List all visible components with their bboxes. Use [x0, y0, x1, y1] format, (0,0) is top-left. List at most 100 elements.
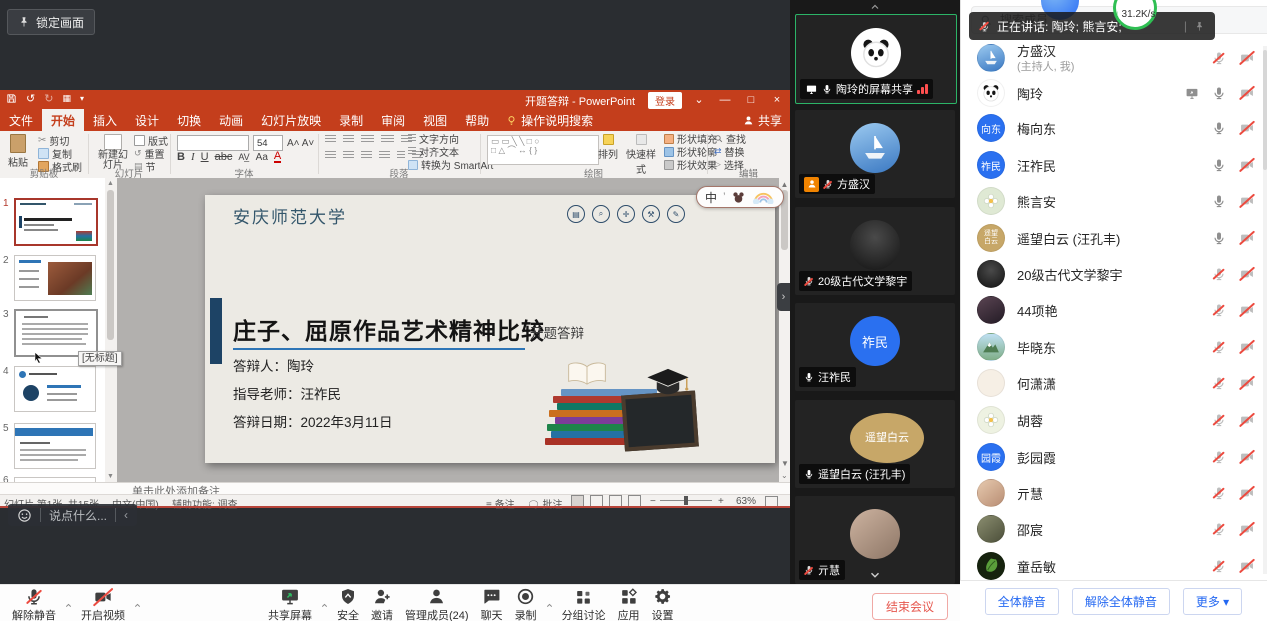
- member-row[interactable]: 20级古代文学黎宇: [961, 256, 1267, 292]
- collapse-left-icon[interactable]: ‹: [124, 508, 128, 522]
- camera-off-icon[interactable]: [1238, 86, 1256, 100]
- mic-muted-icon[interactable]: [1212, 412, 1226, 428]
- copy-button[interactable]: 复制: [38, 148, 82, 159]
- camera-off-icon[interactable]: [1238, 231, 1256, 245]
- strikethrough-button[interactable]: abc: [215, 151, 233, 163]
- video-tile[interactable]: 遥望白云 遥望白云 (汪孔丰): [795, 400, 955, 488]
- member-row[interactable]: 祚民 汪祚民: [961, 147, 1267, 183]
- danmaku-input-bar[interactable]: 说点什么... ‹: [8, 504, 137, 526]
- member-row[interactable]: 邵宸: [961, 511, 1267, 547]
- tab-home[interactable]: 开始: [42, 109, 84, 131]
- camera-off-icon[interactable]: [1238, 450, 1256, 464]
- share-options-chevron[interactable]: [320, 601, 329, 610]
- slide-thumbnail-1[interactable]: [14, 198, 98, 246]
- font-size-box[interactable]: 54: [253, 135, 283, 151]
- current-slide[interactable]: 安庆师范大学 ▤ ⌕ ✛ ⚒ ✎ 庄子、屈原作品艺术精神比较 开题答辩 答辩人：…: [205, 195, 775, 463]
- member-row[interactable]: 方盛汉 (主持人, 我): [961, 36, 1267, 80]
- ribbon-options-button[interactable]: ⌄: [686, 90, 712, 109]
- member-row[interactable]: 陶玲: [961, 75, 1267, 111]
- end-meeting-button[interactable]: 结束会议: [872, 593, 948, 620]
- emoji-icon[interactable]: [17, 508, 32, 523]
- security-button[interactable]: 安全: [331, 587, 365, 621]
- zoom-slider[interactable]: [660, 500, 712, 501]
- lock-view-button[interactable]: 锁定画面: [7, 9, 95, 35]
- tab-animations[interactable]: 动画: [210, 109, 252, 131]
- paste-button[interactable]: 粘贴: [8, 134, 28, 169]
- tab-insert[interactable]: 插入: [84, 109, 126, 131]
- collapse-down-icon[interactable]: [790, 568, 960, 582]
- mic-muted-icon[interactable]: [1212, 449, 1226, 465]
- mic-muted-icon[interactable]: [1212, 521, 1226, 537]
- mic-muted-icon[interactable]: [1212, 50, 1226, 66]
- mic-options-chevron[interactable]: [64, 601, 73, 610]
- more-button[interactable]: 更多 ▾: [1183, 588, 1242, 615]
- notes-toggle[interactable]: ≡ 备注: [486, 496, 515, 511]
- italic-button[interactable]: I: [191, 151, 195, 163]
- mic-icon[interactable]: [1212, 120, 1226, 136]
- camera-off-icon[interactable]: [1238, 194, 1256, 208]
- ime-toolbar[interactable]: 中 ’: [696, 186, 784, 208]
- member-row[interactable]: 亓慧: [961, 475, 1267, 511]
- ppt-share-button[interactable]: 共享: [743, 109, 782, 131]
- grow-shrink-font-icons[interactable]: A˄ A˅: [287, 138, 314, 149]
- save-icon[interactable]: [6, 93, 17, 104]
- member-row[interactable]: 熊言安: [961, 183, 1267, 219]
- video-tile[interactable]: 方盛汉: [795, 110, 955, 198]
- pin-icon[interactable]: [1194, 21, 1205, 32]
- camera-off-icon[interactable]: [1238, 267, 1256, 281]
- unmute-button[interactable]: 解除静音: [6, 587, 62, 621]
- video-options-chevron[interactable]: [133, 601, 142, 610]
- video-tile-sharing[interactable]: 陶玲的屏幕共享: [795, 14, 957, 104]
- arrange-button[interactable]: 排列: [598, 134, 618, 161]
- canvas-scrollbar[interactable]: ▲ ▼ ⌄: [779, 178, 790, 482]
- list-buttons[interactable]: [325, 135, 412, 144]
- mic-icon[interactable]: [1212, 230, 1226, 246]
- camera-off-icon[interactable]: [1238, 486, 1256, 500]
- slide-thumbnail-4[interactable]: [14, 366, 96, 412]
- tab-transitions[interactable]: 切换: [168, 109, 210, 131]
- shape-fill-button[interactable]: 形状填充: [664, 133, 717, 144]
- comments-toggle[interactable]: 🗨 批注: [527, 496, 562, 511]
- qat-customize-icon[interactable]: ▾: [80, 94, 84, 103]
- minimize-button[interactable]: —: [712, 90, 738, 109]
- undo-icon[interactable]: ↺: [26, 92, 35, 105]
- breakout-rooms-button[interactable]: 分组讨论: [556, 587, 612, 621]
- unmute-all-button[interactable]: 解除全体静音: [1072, 588, 1170, 615]
- char-spacing-button[interactable]: AV̲: [238, 152, 249, 162]
- tab-view[interactable]: 视图: [414, 109, 456, 131]
- mic-muted-icon[interactable]: [1212, 266, 1226, 282]
- mic-muted-icon[interactable]: [1212, 375, 1226, 391]
- mic-icon[interactable]: [1212, 157, 1226, 173]
- screen-share-icon[interactable]: [1184, 87, 1200, 100]
- close-button[interactable]: ×: [764, 90, 790, 109]
- member-row[interactable]: 44项艳: [961, 292, 1267, 328]
- find-button[interactable]: 查找: [714, 133, 746, 144]
- camera-off-icon[interactable]: [1238, 158, 1256, 172]
- mic-muted-icon[interactable]: [1212, 558, 1226, 574]
- member-row[interactable]: 胡蓉: [961, 402, 1267, 438]
- camera-off-icon[interactable]: [1238, 376, 1256, 390]
- slide-thumbnail-2[interactable]: [14, 255, 96, 301]
- record-options-chevron[interactable]: [545, 601, 554, 610]
- camera-off-icon[interactable]: [1238, 121, 1256, 135]
- record-button[interactable]: 录制: [509, 587, 543, 621]
- member-row[interactable]: 童岳敏: [961, 548, 1267, 584]
- camera-off-icon[interactable]: [1238, 413, 1256, 427]
- shape-outline-button[interactable]: 形状轮廓: [664, 146, 717, 157]
- start-video-button[interactable]: 开启视频: [75, 588, 131, 621]
- member-row[interactable]: 何潇潇: [961, 365, 1267, 401]
- cut-button[interactable]: ✂剪切: [38, 135, 82, 146]
- camera-off-icon[interactable]: [1238, 559, 1256, 573]
- quick-access-toolbar[interactable]: ↺ ↻ ▦ ▾: [6, 92, 84, 105]
- members-scrollbar[interactable]: [1263, 46, 1267, 574]
- mute-all-button[interactable]: 全体静音: [985, 588, 1059, 615]
- invite-button[interactable]: 邀请: [365, 587, 399, 621]
- member-row[interactable]: 遥望白云 遥望白云 (汪孔丰): [961, 220, 1267, 256]
- mic-icon[interactable]: [1212, 85, 1226, 101]
- member-row[interactable]: 园霞 彭园霞: [961, 439, 1267, 475]
- tab-slideshow[interactable]: 幻灯片放映: [252, 109, 330, 131]
- mic-muted-icon[interactable]: [1212, 339, 1226, 355]
- layout-button[interactable]: 版式: [134, 135, 168, 146]
- maximize-button[interactable]: □: [738, 90, 764, 109]
- replace-button[interactable]: ⇄替换: [714, 146, 746, 157]
